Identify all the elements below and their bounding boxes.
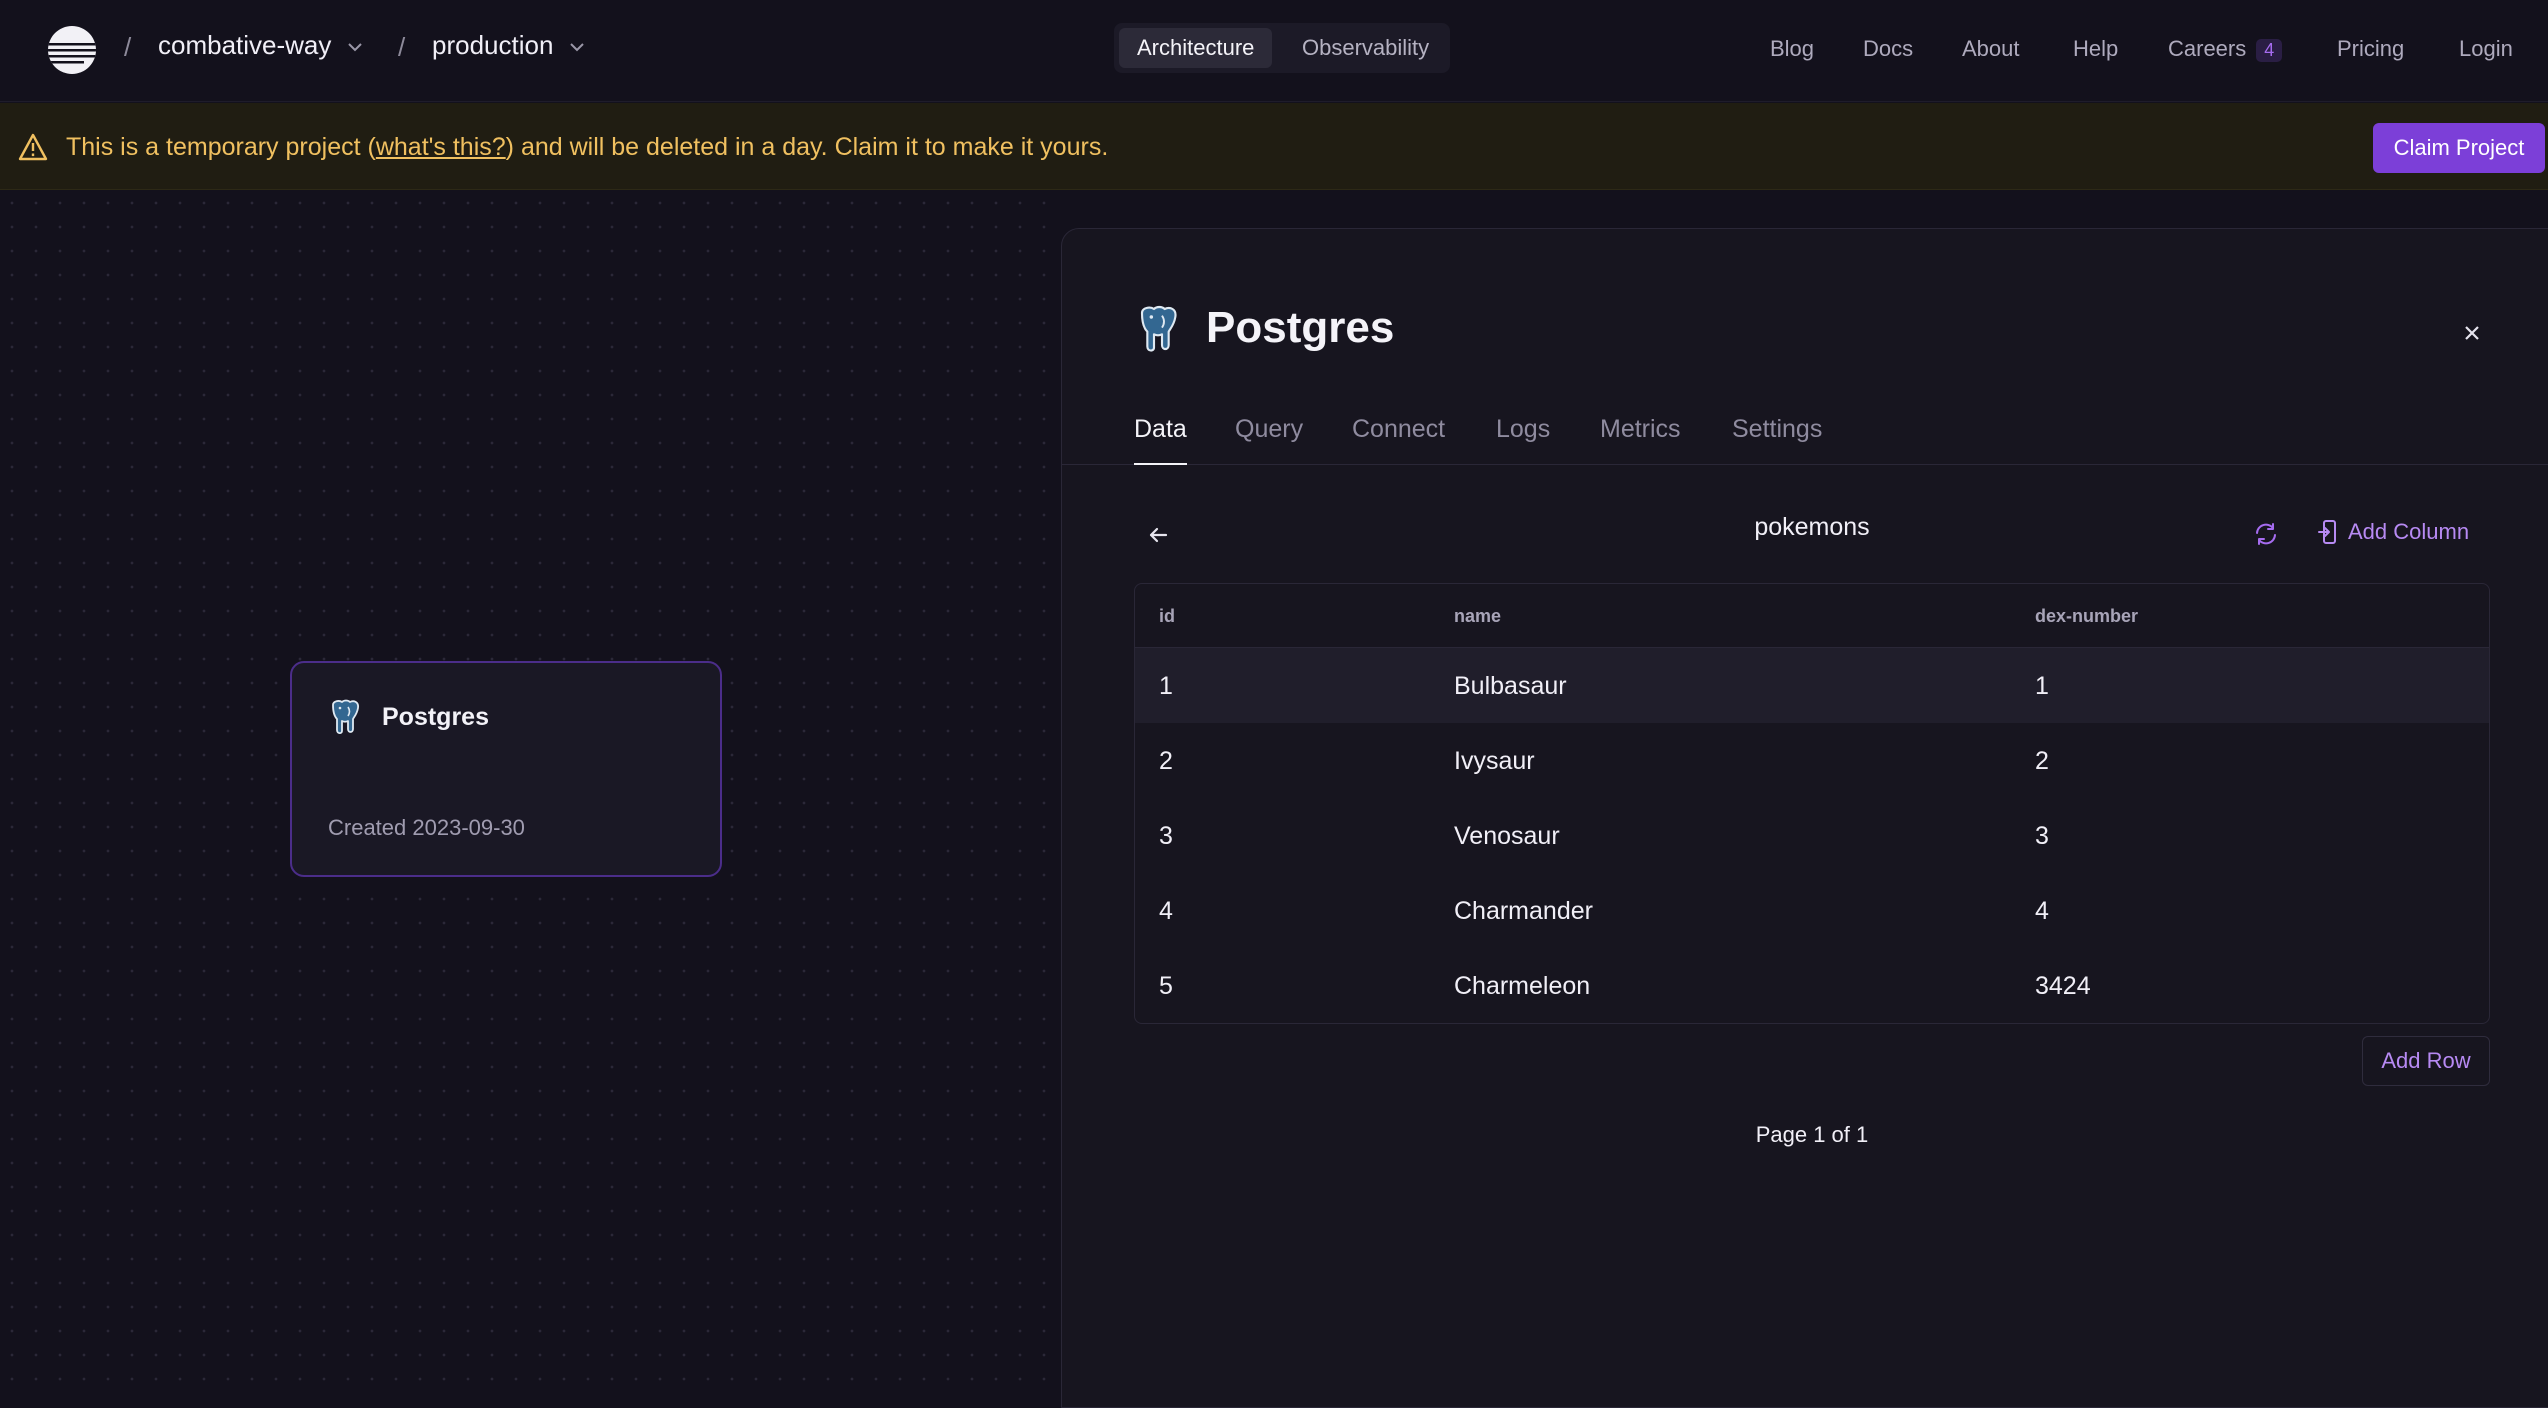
postgres-service-card[interactable]: Postgres Created 2023-09-30 bbox=[290, 661, 722, 877]
table-row[interactable]: 2 Ivysaur 2 bbox=[1135, 723, 2489, 798]
table-row[interactable]: 4 Charmander 4 bbox=[1135, 873, 2489, 948]
tab-logs[interactable]: Logs bbox=[1496, 409, 1550, 465]
tab-architecture[interactable]: Architecture bbox=[1119, 28, 1273, 68]
service-detail-panel: Postgres Data Query Connect Logs Metrics… bbox=[1061, 228, 2548, 1408]
column-header-dex-number[interactable]: dex-number bbox=[2035, 606, 2138, 627]
tab-query[interactable]: Query bbox=[1235, 409, 1303, 465]
tab-data[interactable]: Data bbox=[1134, 409, 1187, 465]
add-column-button[interactable]: Add Column bbox=[2318, 519, 2469, 545]
nav-link-help[interactable]: Help bbox=[2073, 36, 2118, 62]
postgres-elephant-icon bbox=[1140, 305, 1177, 352]
refresh-button[interactable] bbox=[2253, 521, 2279, 552]
table-row[interactable]: 3 Venosaur 3 bbox=[1135, 798, 2489, 873]
tab-settings[interactable]: Settings bbox=[1732, 409, 1822, 465]
refresh-icon bbox=[2256, 523, 2276, 545]
pagination-status: Page 1 of 1 bbox=[1755, 1122, 1869, 1147]
claim-project-button[interactable]: Claim Project bbox=[2373, 123, 2545, 173]
environment-switcher[interactable]: production bbox=[432, 30, 587, 61]
table-row[interactable]: 1 Bulbasaur 1 bbox=[1135, 648, 2489, 723]
table-cell: 1 bbox=[2035, 672, 2049, 700]
table-cell: Venosaur bbox=[1454, 822, 1560, 850]
nav-link-pricing[interactable]: Pricing bbox=[2337, 36, 2404, 62]
service-card-title: Postgres bbox=[382, 703, 489, 731]
table-cell: Charmeleon bbox=[1454, 972, 1591, 1000]
table-cell: 4 bbox=[1159, 897, 1173, 925]
table-cell: 2 bbox=[1159, 747, 1173, 775]
nav-link-blog[interactable]: Blog bbox=[1770, 36, 1814, 62]
column-header-name[interactable]: name bbox=[1454, 606, 1501, 627]
banner-message: This is a temporary project (what's this… bbox=[66, 133, 1108, 162]
table-row[interactable]: 5 Charmeleon 3424 bbox=[1135, 948, 2489, 1023]
data-table: id name dex-number 1 Bulbasaur 1 2 Ivysa… bbox=[1134, 583, 2490, 1024]
banner-text-before: This is a temporary project ( bbox=[66, 133, 376, 161]
service-tabs: Data Query Connect Logs Metrics Settings bbox=[1062, 409, 2548, 465]
railway-logo-icon[interactable] bbox=[48, 26, 96, 74]
table-cell: 3424 bbox=[2035, 972, 2091, 1000]
add-row-button[interactable]: Add Row bbox=[2362, 1036, 2490, 1086]
warning-icon bbox=[18, 133, 48, 161]
table-header: id name dex-number bbox=[1135, 584, 2489, 648]
table-cell: 3 bbox=[2035, 822, 2049, 850]
service-title: Postgres bbox=[1206, 303, 1395, 352]
close-panel-button[interactable] bbox=[2452, 313, 2492, 353]
chevron-down-icon bbox=[570, 42, 585, 51]
breadcrumb-separator: / bbox=[398, 32, 406, 62]
nav-link-login[interactable]: Login bbox=[2459, 36, 2513, 62]
chevron-down-icon bbox=[348, 42, 363, 51]
table-cell: 1 bbox=[1159, 672, 1173, 700]
careers-count-badge: 4 bbox=[2256, 39, 2283, 62]
table-cell: 2 bbox=[2035, 747, 2049, 775]
temporary-project-banner: This is a temporary project (what's this… bbox=[0, 103, 2548, 190]
table-cell: Ivysaur bbox=[1454, 747, 1535, 775]
nav-link-docs[interactable]: Docs bbox=[1863, 36, 1913, 62]
tab-observability[interactable]: Observability bbox=[1284, 28, 1447, 68]
environment-name: production bbox=[432, 30, 554, 60]
table-cell: 3 bbox=[1159, 822, 1173, 850]
table-cell: Charmander bbox=[1454, 897, 1593, 925]
table-cell: 5 bbox=[1159, 972, 1173, 1000]
close-icon bbox=[2465, 326, 2479, 340]
project-name: combative-way bbox=[158, 30, 332, 60]
nav-link-about[interactable]: About bbox=[1962, 36, 2020, 62]
column-header-id[interactable]: id bbox=[1159, 606, 1175, 627]
table-cell: 4 bbox=[2035, 897, 2049, 925]
project-switcher[interactable]: combative-way bbox=[158, 30, 365, 61]
tab-connect[interactable]: Connect bbox=[1352, 409, 1445, 465]
add-column-icon bbox=[2318, 520, 2336, 544]
whats-this-link[interactable]: what's this? bbox=[376, 133, 506, 161]
architecture-canvas[interactable]: Postgres Created 2023-09-30 bbox=[0, 191, 1062, 1399]
table-cell: Bulbasaur bbox=[1454, 672, 1567, 700]
add-column-label: Add Column bbox=[2348, 519, 2470, 544]
breadcrumb-separator: / bbox=[124, 32, 132, 62]
top-nav: / combative-way / production Architectur… bbox=[0, 0, 2548, 102]
view-switcher: Architecture Observability bbox=[1114, 23, 1450, 73]
tab-metrics[interactable]: Metrics bbox=[1600, 409, 1681, 465]
banner-text-after: ) and will be deleted in a day. Claim it… bbox=[505, 133, 1109, 161]
careers-label: Careers bbox=[2168, 36, 2247, 61]
service-card-created-date: Created 2023-09-30 bbox=[328, 815, 525, 840]
postgres-elephant-icon bbox=[332, 699, 360, 735]
nav-link-careers[interactable]: Careers 4 bbox=[2168, 36, 2283, 62]
